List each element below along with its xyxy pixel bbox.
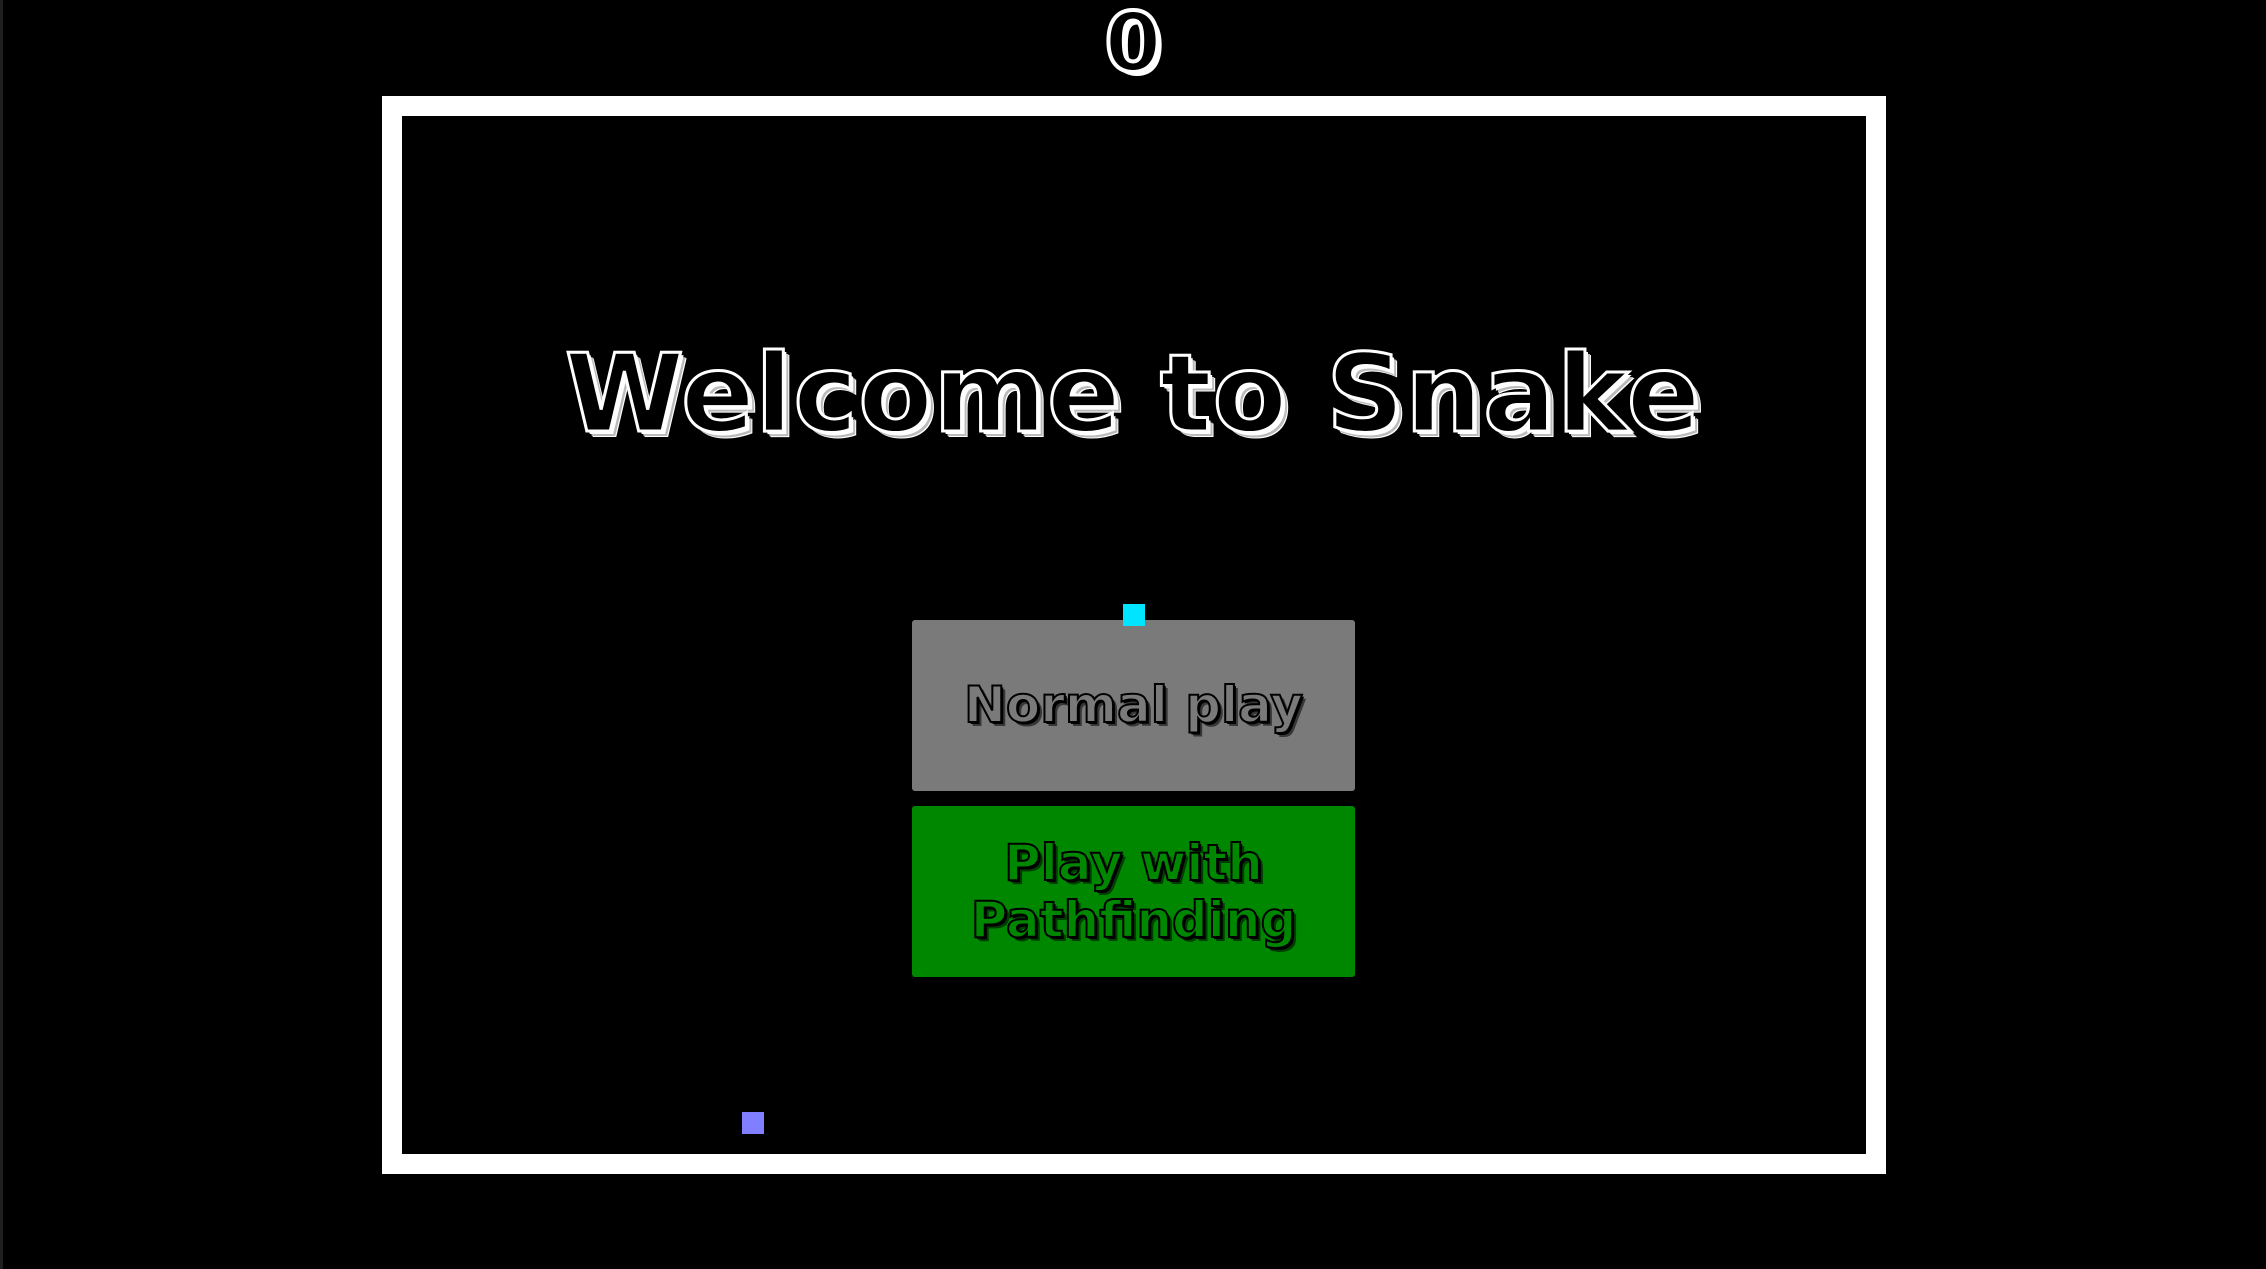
pathfinding-play-button[interactable]: Play with Pathfinding — [912, 806, 1355, 977]
page-title: Welcome to Snake — [563, 331, 1702, 459]
food-pellet — [742, 1112, 764, 1134]
score-counter: 0 — [1102, 0, 1163, 93]
normal-play-button[interactable]: Normal play — [912, 620, 1355, 791]
snake-head — [1123, 604, 1145, 626]
